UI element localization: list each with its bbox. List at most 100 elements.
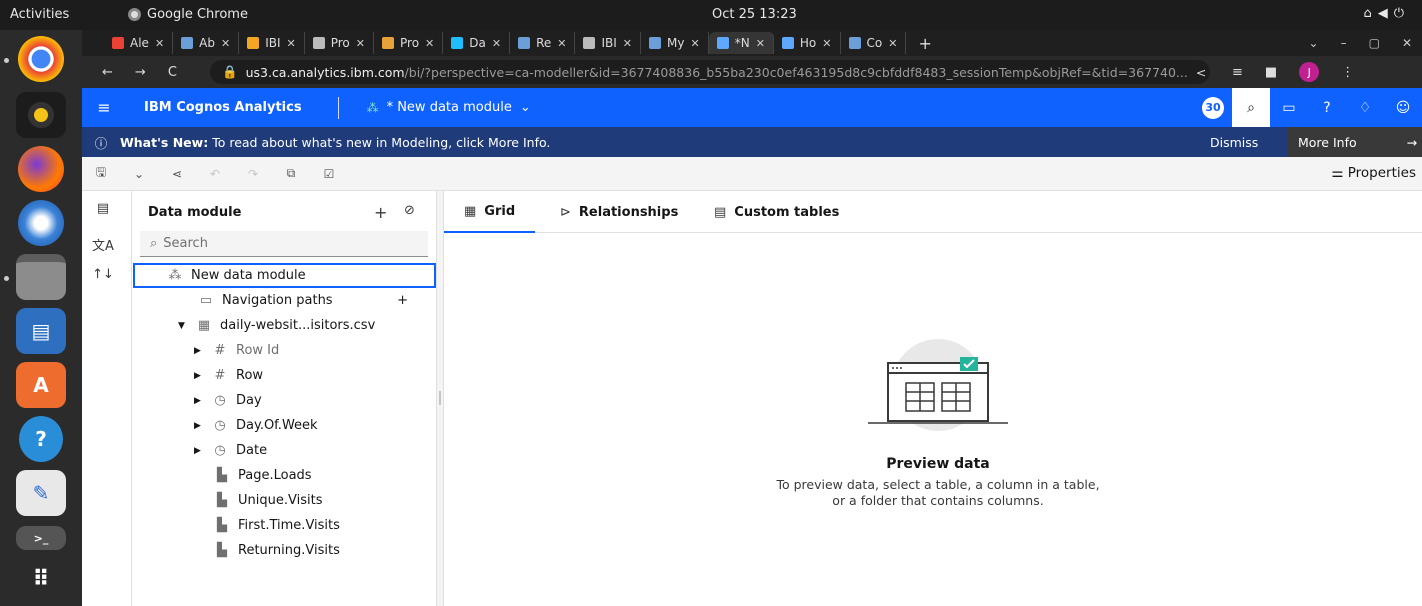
side-panel-icon[interactable]: ■ <box>1265 65 1277 80</box>
tree-root-node[interactable]: ⁂ New data module <box>133 263 436 288</box>
tree-node-column[interactable]: ▶ ◷ Day.Of.Week <box>194 418 318 433</box>
close-tab-icon[interactable]: ✕ <box>155 37 164 50</box>
tree-node-navigation-paths[interactable]: ▭ Navigation paths + <box>198 293 408 308</box>
reading-list-icon[interactable]: ≡ <box>1232 65 1243 80</box>
chrome-dock-icon[interactable] <box>18 36 64 82</box>
tree-node-column[interactable]: ▶ # Row <box>194 368 263 383</box>
browser-tab[interactable]: Ale ✕ <box>104 32 174 54</box>
back-icon[interactable]: ← <box>102 65 113 80</box>
terminal-icon[interactable]: >_ <box>16 526 66 550</box>
tree-node-column[interactable]: ▙ Page.Loads <box>214 468 312 483</box>
user-button[interactable]: ☺ <box>1384 88 1422 127</box>
new-tab-icon[interactable]: + <box>918 34 931 53</box>
close-tab-icon[interactable]: ✕ <box>557 37 566 50</box>
search-button[interactable]: ⌕ <box>1232 88 1270 127</box>
browser-tab[interactable]: My ✕ <box>641 32 709 54</box>
activities-button[interactable]: Activities <box>10 7 69 22</box>
product-brand[interactable]: IBM Cognos Analytics <box>144 100 302 115</box>
clock[interactable]: Oct 25 13:23 <box>712 7 797 22</box>
browser-tab[interactable]: *N ✕ <box>708 32 774 54</box>
firefox-icon[interactable] <box>18 146 64 192</box>
tree-node-column[interactable]: ▙ Returning.Visits <box>214 543 340 558</box>
notification-bell-button[interactable]: ♢ <box>1346 88 1384 127</box>
system-menu[interactable]: ⌂◀⏻ <box>1363 6 1410 21</box>
browser-tab[interactable]: Da ✕ <box>443 32 511 54</box>
close-tab-icon[interactable]: ✕ <box>822 37 831 50</box>
undo-icon[interactable]: ↶ <box>196 167 234 181</box>
maximize-icon[interactable]: ▢ <box>1369 36 1380 50</box>
chevron-down-icon[interactable]: ⌄ <box>120 167 158 181</box>
close-tab-icon[interactable]: ✕ <box>287 37 296 50</box>
tree-node-table[interactable]: ▼ ▦ daily-websit...isitors.csv <box>178 318 375 333</box>
browser-tab[interactable]: Ab ✕ <box>173 32 240 54</box>
open-external-icon[interactable]: ⧉ <box>272 166 310 181</box>
caret-down-icon[interactable]: ▼ <box>178 321 188 331</box>
sort-icon[interactable]: ↑↓ <box>82 267 124 282</box>
caret-right-icon[interactable]: ▶ <box>194 371 204 381</box>
assistant-button[interactable]: ▭ <box>1270 88 1308 127</box>
data-module-panel-icon[interactable]: ▤ <box>82 201 124 216</box>
browser-tab[interactable]: Pro ✕ <box>374 32 444 54</box>
minimize-icon[interactable]: – <box>1341 36 1347 50</box>
close-window-icon[interactable]: ✕ <box>1402 36 1412 50</box>
profile-avatar[interactable]: J <box>1299 62 1320 82</box>
files-icon[interactable] <box>16 254 66 300</box>
browser-tab[interactable]: Co ✕ <box>841 32 907 54</box>
tree-node-column[interactable]: ▶ ◷ Day <box>194 393 262 408</box>
panel-splitter[interactable] <box>436 191 444 606</box>
help-button[interactable]: ? <box>1308 88 1346 127</box>
rhythmbox-icon[interactable] <box>16 92 66 138</box>
tree-node-column[interactable]: ▶ # Row Id <box>194 343 279 358</box>
close-tab-icon[interactable]: ✕ <box>425 37 434 50</box>
browser-tab[interactable]: Pro ✕ <box>305 32 374 54</box>
writer-icon[interactable]: ▤ <box>16 308 66 354</box>
dismiss-button[interactable]: Dismiss <box>1210 135 1258 150</box>
properties-button[interactable]: ⚌ Properties <box>1331 165 1416 181</box>
close-tab-icon[interactable]: ✕ <box>356 37 365 50</box>
tree-node-column[interactable]: ▶ ◷ Date <box>194 443 267 458</box>
software-center-icon[interactable]: A <box>16 362 66 408</box>
save-icon[interactable]: 🖫 <box>82 163 120 184</box>
close-tab-icon[interactable]: ✕ <box>623 37 632 50</box>
address-bar[interactable]: 🔒 us3.ca.analytics.ibm.com/bi/?perspecti… <box>210 60 1210 84</box>
browser-tab[interactable]: Ho ✕ <box>774 32 841 54</box>
share-icon[interactable]: ⋖ <box>158 167 196 181</box>
tab-relationships[interactable]: ⊳ Relationships <box>540 191 698 233</box>
tab-custom-tables[interactable]: ▤ Custom tables <box>694 191 859 233</box>
close-tab-icon[interactable]: ✕ <box>888 37 897 50</box>
module-title-dropdown[interactable]: ⁂ * New data module ⌄ <box>367 100 531 115</box>
redo-icon[interactable]: ↷ <box>234 167 272 181</box>
share-icon[interactable]: < <box>1196 65 1206 80</box>
close-tab-icon[interactable]: ✕ <box>221 37 230 50</box>
tree-node-column[interactable]: ▙ First.Time.Visits <box>214 518 340 533</box>
search-input[interactable]: ⌕ Search <box>140 231 428 257</box>
translate-icon[interactable]: 文A <box>82 235 124 254</box>
close-tab-icon[interactable]: ✕ <box>492 37 501 50</box>
tree-node-column[interactable]: ▙ Unique.Visits <box>214 493 322 508</box>
tab-search-icon[interactable]: ⌄ <box>1309 36 1319 50</box>
settings-icon[interactable]: ⊘ <box>404 203 415 218</box>
browser-tab[interactable]: Re ✕ <box>510 32 576 54</box>
app-menu[interactable]: Google Chrome <box>128 7 248 22</box>
more-info-button[interactable]: More Info → <box>1288 127 1422 157</box>
forward-icon[interactable]: → <box>135 65 146 80</box>
help-icon[interactable]: ? <box>19 416 63 462</box>
tab-grid[interactable]: ▦ Grid <box>444 191 536 233</box>
reload-icon[interactable]: C <box>168 65 177 80</box>
caret-right-icon[interactable]: ▶ <box>194 396 204 406</box>
notifications-button[interactable]: 30 <box>1194 88 1232 127</box>
validate-icon[interactable]: ☑ <box>310 167 348 181</box>
caret-right-icon[interactable]: ▶ <box>194 346 204 356</box>
add-path-icon[interactable]: + <box>397 293 408 308</box>
caret-right-icon[interactable]: ▶ <box>194 446 204 456</box>
chrome-menu-icon[interactable]: ⋮ <box>1341 65 1354 80</box>
close-tab-icon[interactable]: ✕ <box>756 37 765 50</box>
text-editor-icon[interactable]: ✎ <box>16 470 66 516</box>
caret-right-icon[interactable]: ▶ <box>194 421 204 431</box>
hamburger-menu-icon[interactable]: ≡ <box>82 98 126 117</box>
thunderbird-icon[interactable] <box>18 200 64 246</box>
app-grid-icon[interactable]: ⠿ <box>16 556 66 602</box>
browser-tab[interactable]: IBI ✕ <box>239 32 305 54</box>
browser-tab[interactable]: IBI ✕ <box>575 32 642 54</box>
close-tab-icon[interactable]: ✕ <box>690 37 699 50</box>
